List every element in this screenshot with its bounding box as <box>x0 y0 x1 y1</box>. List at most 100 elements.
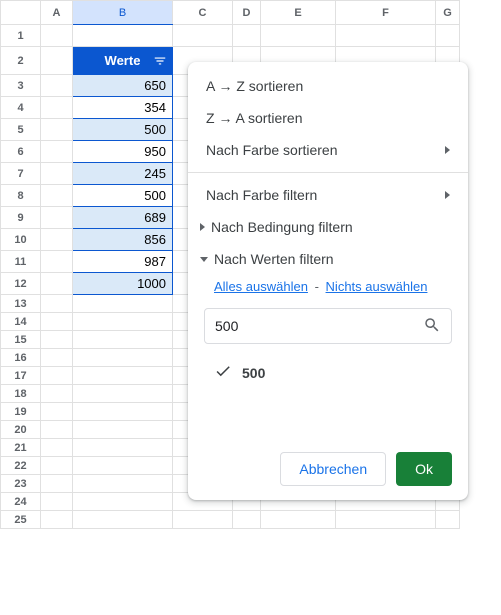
cell-b-24[interactable] <box>73 493 173 511</box>
filter-icon[interactable] <box>152 53 168 69</box>
cell-b-3[interactable]: 650 <box>73 75 173 97</box>
row-header-16[interactable]: 16 <box>1 349 41 367</box>
cell-a-4[interactable] <box>41 97 73 119</box>
cell-b-20[interactable] <box>73 421 173 439</box>
cell-g-1[interactable] <box>436 25 460 47</box>
cell-a-20[interactable] <box>41 421 73 439</box>
cell-g-25[interactable] <box>436 511 460 529</box>
cell-b-11[interactable]: 987 <box>73 251 173 273</box>
col-header-e[interactable]: E <box>261 1 336 25</box>
cell-a-25[interactable] <box>41 511 73 529</box>
row-header-1[interactable]: 1 <box>1 25 41 47</box>
cell-b-13[interactable] <box>73 295 173 313</box>
row-header-6[interactable]: 6 <box>1 141 41 163</box>
cell-b-23[interactable] <box>73 475 173 493</box>
cell-b-1[interactable] <box>73 25 173 47</box>
col-header-b[interactable]: B <box>73 1 173 25</box>
cell-a-13[interactable] <box>41 295 73 313</box>
filter-by-condition[interactable]: Nach Bedingung filtern <box>188 211 468 243</box>
row-header-23[interactable]: 23 <box>1 475 41 493</box>
cell-b-14[interactable] <box>73 313 173 331</box>
row-header-25[interactable]: 25 <box>1 511 41 529</box>
cell-b-4[interactable]: 354 <box>73 97 173 119</box>
cell-a-14[interactable] <box>41 313 73 331</box>
row-header-14[interactable]: 14 <box>1 313 41 331</box>
cancel-button[interactable]: Abbrechen <box>280 452 386 486</box>
row-header-5[interactable]: 5 <box>1 119 41 141</box>
filter-search-input[interactable] <box>215 318 423 334</box>
sort-by-color[interactable]: Nach Farbe sortieren <box>188 134 468 166</box>
cell-b-8[interactable]: 500 <box>73 185 173 207</box>
row-header-3[interactable]: 3 <box>1 75 41 97</box>
cell-a-17[interactable] <box>41 367 73 385</box>
cell-a-10[interactable] <box>41 229 73 251</box>
cell-a-1[interactable] <box>41 25 73 47</box>
row-header-19[interactable]: 19 <box>1 403 41 421</box>
filter-value-item[interactable]: 500 <box>214 356 452 389</box>
sort-az[interactable]: A → Z sortieren <box>188 70 468 102</box>
cell-e-1[interactable] <box>261 25 336 47</box>
sort-za[interactable]: Z → A sortieren <box>188 102 468 134</box>
select-all-corner[interactable] <box>1 1 41 25</box>
row-header-15[interactable]: 15 <box>1 331 41 349</box>
filter-by-values[interactable]: Nach Werten filtern <box>188 243 468 275</box>
cell-a-24[interactable] <box>41 493 73 511</box>
row-header-11[interactable]: 11 <box>1 251 41 273</box>
row-header-18[interactable]: 18 <box>1 385 41 403</box>
cell-b-15[interactable] <box>73 331 173 349</box>
cell-b-9[interactable]: 689 <box>73 207 173 229</box>
cell-a-8[interactable] <box>41 185 73 207</box>
cell-a-15[interactable] <box>41 331 73 349</box>
row-header-24[interactable]: 24 <box>1 493 41 511</box>
cell-a-5[interactable] <box>41 119 73 141</box>
cell-b-21[interactable] <box>73 439 173 457</box>
row-header-4[interactable]: 4 <box>1 97 41 119</box>
cell-a-23[interactable] <box>41 475 73 493</box>
cell-a-7[interactable] <box>41 163 73 185</box>
cell-b-5[interactable]: 500 <box>73 119 173 141</box>
col-header-c[interactable]: C <box>173 1 233 25</box>
cell-b-12[interactable]: 1000 <box>73 273 173 295</box>
cell-f-1[interactable] <box>336 25 436 47</box>
cell-a-16[interactable] <box>41 349 73 367</box>
cell-e-25[interactable] <box>261 511 336 529</box>
cell-b-16[interactable] <box>73 349 173 367</box>
cell-b-7[interactable]: 245 <box>73 163 173 185</box>
cell-c-1[interactable] <box>173 25 233 47</box>
cell-a-6[interactable] <box>41 141 73 163</box>
row-header-7[interactable]: 7 <box>1 163 41 185</box>
row-header-10[interactable]: 10 <box>1 229 41 251</box>
filter-by-color[interactable]: Nach Farbe filtern <box>188 179 468 211</box>
row-header-21[interactable]: 21 <box>1 439 41 457</box>
col-header-g[interactable]: G <box>436 1 460 25</box>
row-header-17[interactable]: 17 <box>1 367 41 385</box>
cell-b-2[interactable]: Werte <box>73 47 173 75</box>
cell-a-19[interactable] <box>41 403 73 421</box>
cell-a-2[interactable] <box>41 47 73 75</box>
cell-b-10[interactable]: 856 <box>73 229 173 251</box>
col-header-f[interactable]: F <box>336 1 436 25</box>
row-header-13[interactable]: 13 <box>1 295 41 313</box>
row-header-22[interactable]: 22 <box>1 457 41 475</box>
cell-a-21[interactable] <box>41 439 73 457</box>
cell-a-11[interactable] <box>41 251 73 273</box>
cell-a-3[interactable] <box>41 75 73 97</box>
cell-d-25[interactable] <box>233 511 261 529</box>
row-header-20[interactable]: 20 <box>1 421 41 439</box>
cell-b-22[interactable] <box>73 457 173 475</box>
cell-a-12[interactable] <box>41 273 73 295</box>
cell-b-19[interactable] <box>73 403 173 421</box>
cell-b-6[interactable]: 950 <box>73 141 173 163</box>
cell-a-22[interactable] <box>41 457 73 475</box>
col-header-a[interactable]: A <box>41 1 73 25</box>
ok-button[interactable]: Ok <box>396 452 452 486</box>
row-header-2[interactable]: 2 <box>1 47 41 75</box>
select-none-link[interactable]: Nichts auswählen <box>326 279 428 294</box>
cell-a-18[interactable] <box>41 385 73 403</box>
cell-f-25[interactable] <box>336 511 436 529</box>
col-header-d[interactable]: D <box>233 1 261 25</box>
cell-b-17[interactable] <box>73 367 173 385</box>
select-all-link[interactable]: Alles auswählen <box>214 279 308 294</box>
cell-c-25[interactable] <box>173 511 233 529</box>
cell-b-25[interactable] <box>73 511 173 529</box>
